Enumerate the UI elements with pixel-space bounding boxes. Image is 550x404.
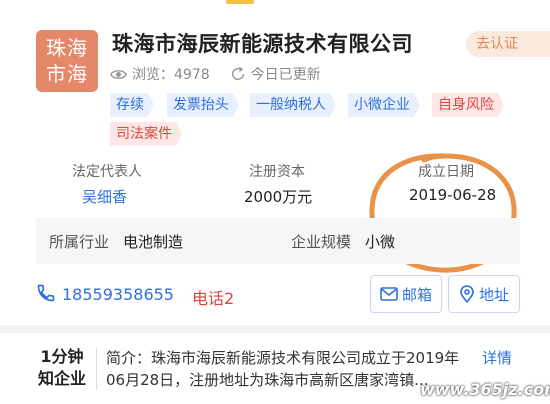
location-pin-icon <box>460 285 474 303</box>
top-accent-bar <box>226 0 254 4</box>
tag-judicial-cases[interactable]: 司法案件 <box>110 122 182 146</box>
founded-label: 成立日期 <box>418 164 474 180</box>
capital-value: 2000万元 <box>244 188 313 206</box>
tag-status[interactable]: 存续 <box>110 93 154 117</box>
company-logo: 珠海市海 <box>36 30 98 92</box>
industry-label: 所属行业 <box>49 233 110 251</box>
detail-link[interactable]: 详情 <box>482 347 512 368</box>
eye-icon <box>110 69 127 79</box>
tag-small-business[interactable]: 小微企业 <box>348 93 420 117</box>
brand-line-1: 1分钟 <box>40 347 84 366</box>
capital-label: 注册资本 <box>249 164 305 180</box>
scale-item: 企业规模 小微 <box>291 231 395 252</box>
stats-row: 浏览：4978 今日已更新 <box>110 64 321 84</box>
tag-self-risk[interactable]: 自身风险 <box>432 93 504 117</box>
updated-status: 今日已更新 <box>250 67 321 83</box>
email-button[interactable]: 邮箱 <box>370 275 442 313</box>
brand-separator <box>96 348 97 390</box>
mail-icon <box>380 287 398 301</box>
claim-button[interactable]: 去认证 <box>466 31 550 57</box>
legal-rep-label: 法定代表人 <box>72 164 142 180</box>
company-name: 珠海市海辰新能源技术有限公司 <box>112 32 413 56</box>
watermark: www.365jz.com <box>420 380 550 399</box>
refresh-icon <box>231 66 244 80</box>
legal-rep-value[interactable]: 吴细香 <box>82 186 127 207</box>
tag-taxpayer[interactable]: 一般纳税人 <box>250 93 336 117</box>
brand-badge: 1分钟 知企业 <box>34 346 90 390</box>
address-button[interactable]: 地址 <box>448 275 520 313</box>
founded-value: 2019-06-28 <box>409 186 497 204</box>
brand-line-2: 知企业 <box>37 369 86 388</box>
scale-value: 小微 <box>365 233 396 251</box>
tag-invoice[interactable]: 发票抬头 <box>167 93 239 117</box>
scale-label: 企业规模 <box>291 233 352 251</box>
company-intro: 简介：珠海市海辰新能源技术有限公司成立于2019年06月28日，注册地址为珠海市… <box>106 349 460 389</box>
industry-value: 电池制造 <box>123 233 184 251</box>
more-phones-link[interactable]: 电话2 <box>192 285 234 309</box>
industry-item: 所属行业 电池制造 <box>49 231 183 252</box>
phone-number[interactable]: 18559358655 <box>62 285 174 304</box>
section-divider <box>0 325 550 333</box>
phone-icon[interactable] <box>36 283 56 303</box>
email-label: 邮箱 <box>401 285 432 304</box>
views-count: 浏览：4978 <box>132 67 210 83</box>
address-label: 地址 <box>478 285 509 304</box>
